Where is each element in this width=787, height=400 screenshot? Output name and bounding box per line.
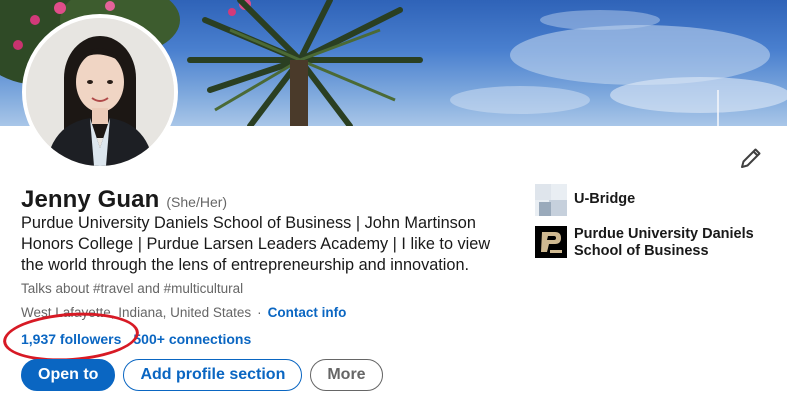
more-button[interactable]: More: [310, 359, 383, 391]
profile-actions: Open to Add profile section More: [21, 359, 383, 391]
organization-item[interactable]: Purdue University Daniels School of Busi…: [535, 226, 780, 260]
open-to-button[interactable]: Open to: [21, 359, 116, 391]
person-portrait-icon: [26, 18, 174, 166]
profile-photo[interactable]: [22, 14, 178, 170]
separator-dot: ·: [257, 305, 262, 320]
network-row: 1,937 followers 500+ connections: [21, 331, 251, 347]
organization-name: U-Bridge: [574, 191, 636, 207]
organizations-list: U-Bridge Purdue University Daniels Schoo…: [535, 184, 780, 270]
u-bridge-logo-icon: [535, 184, 567, 216]
organization-item[interactable]: U-Bridge: [535, 184, 780, 216]
name-row: Jenny Guan (She/Her): [21, 186, 227, 214]
purdue-logo-icon: [535, 226, 567, 258]
connections-link[interactable]: 500+ connections: [133, 331, 251, 347]
location-row: West Lafayette, Indiana, United States ·…: [21, 305, 346, 320]
profile-headline: Purdue University Daniels School of Busi…: [21, 214, 491, 274]
profile-name: Jenny Guan: [21, 186, 160, 213]
followers-link[interactable]: 1,937 followers: [21, 331, 121, 347]
pronouns: (She/Her): [166, 194, 228, 210]
talks-about: Talks about #travel and #multicultural: [21, 281, 244, 296]
add-profile-section-button[interactable]: Add profile section: [123, 359, 303, 391]
location: West Lafayette, Indiana, United States: [21, 305, 252, 320]
contact-info-link[interactable]: Contact info: [268, 305, 347, 320]
organization-name: Purdue University Daniels School of Busi…: [574, 226, 754, 259]
edit-intro-button[interactable]: [738, 145, 764, 171]
pencil-icon: [741, 148, 761, 168]
